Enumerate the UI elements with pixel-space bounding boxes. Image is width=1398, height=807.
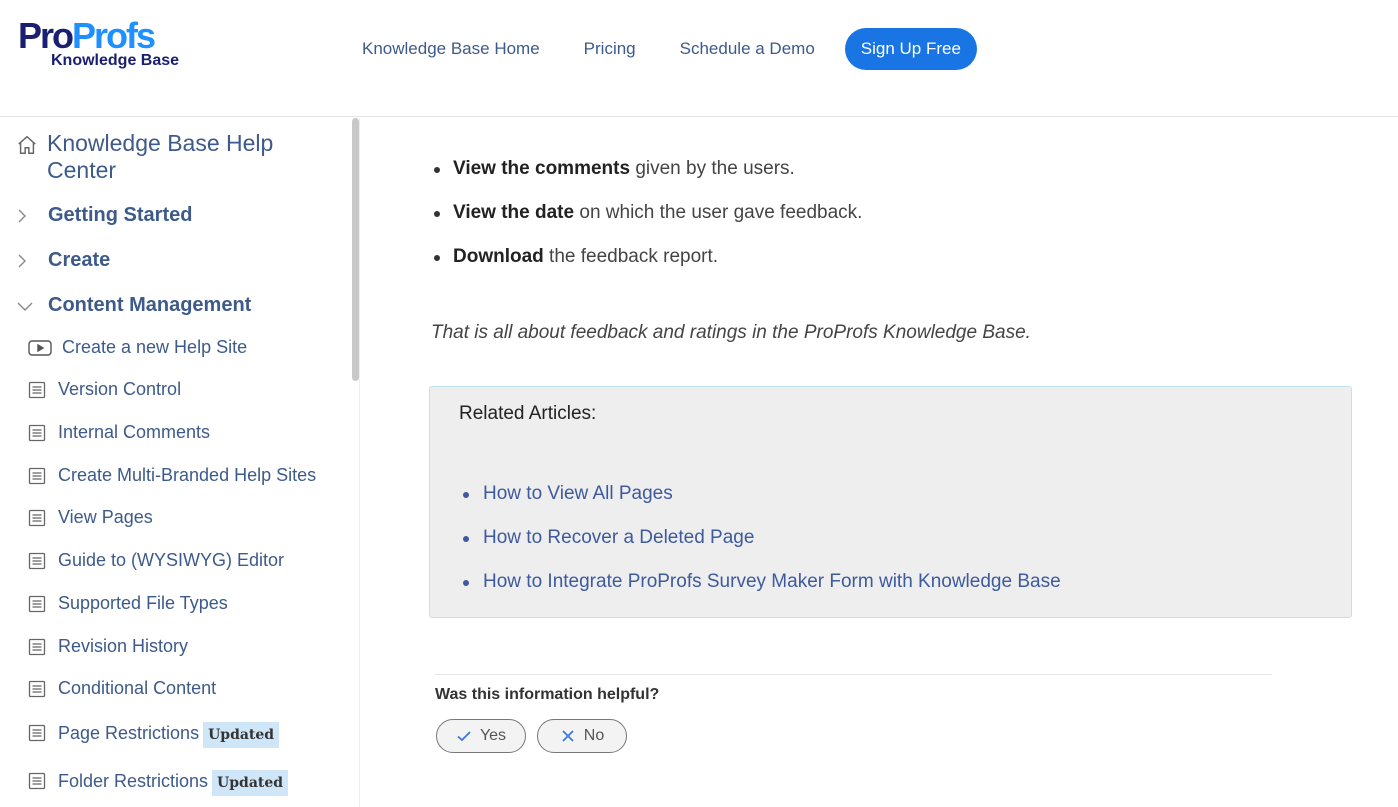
sidebar-item-label: Folder Restrictions — [58, 770, 209, 791]
sign-up-button[interactable]: Sign Up Free — [844, 28, 977, 70]
feedback-no-label: No — [583, 727, 605, 744]
chevron-right-icon — [18, 209, 26, 222]
sidebar-item-wysiwyg-editor[interactable]: Guide to (WYSIWYG) Editor — [28, 550, 284, 571]
sidebar-item-label: Guide to (WYSIWYG) Editor — [58, 550, 285, 570]
sidebar-item-internal-comments[interactable]: Internal Comments — [28, 422, 210, 443]
logo-text-profs: Profs — [72, 15, 156, 56]
sidebar-home[interactable]: Knowledge Base Help Center — [16, 130, 307, 184]
document-icon — [28, 381, 46, 398]
nav-schedule-demo[interactable]: Schedule a Demo — [680, 39, 815, 59]
document-icon — [28, 680, 46, 697]
list-item: View the date on which the user gave fee… — [431, 200, 862, 244]
related-articles-box: Related Articles: How to View All Pages … — [429, 386, 1352, 618]
document-icon — [28, 467, 46, 484]
document-icon — [28, 595, 46, 612]
home-icon — [18, 135, 36, 154]
sidebar-scrollbar[interactable] — [352, 118, 359, 381]
sidebar-item-conditional-content[interactable]: Conditional Content — [28, 678, 216, 699]
related-article-link[interactable]: How to View All Pages — [460, 481, 1061, 525]
close-icon — [562, 730, 574, 742]
sidebar: Knowledge Base Help Center Getting Start… — [0, 118, 360, 807]
related-articles-list: How to View All Pages How to Recover a D… — [460, 481, 1061, 613]
bullet-text: the feedback report. — [543, 246, 719, 267]
feedback-yes-button[interactable]: Yes — [436, 719, 526, 753]
chevron-down-icon — [17, 302, 33, 311]
feedback-no-button[interactable]: No — [537, 719, 627, 753]
article-summary: That is all about feedback and ratings i… — [431, 322, 1031, 343]
nav-pricing[interactable]: Pricing — [584, 39, 636, 59]
sidebar-item-revision-history[interactable]: Revision History — [28, 636, 188, 657]
chevron-right-icon — [18, 254, 26, 267]
related-articles-title: Related Articles: — [459, 403, 597, 424]
list-item: Download the feedback report. — [431, 244, 862, 288]
nav-knowledge-base-home[interactable]: Knowledge Base Home — [362, 39, 540, 59]
sidebar-item-folder-restrictions[interactable]: Folder Restrictions Updated — [28, 766, 289, 796]
sidebar-item-create-help-site[interactable]: Create a new Help Site — [28, 337, 247, 358]
bullet-bold: View the comments — [453, 158, 631, 179]
sidebar-item-version-control[interactable]: Version Control — [28, 379, 181, 400]
feedback-question: Was this information helpful? — [435, 686, 660, 703]
document-icon — [28, 552, 46, 569]
header: ProProfs Knowledge Base Knowledge Base H… — [0, 0, 1398, 117]
sidebar-item-label: Supported File Types — [58, 593, 228, 613]
check-icon — [457, 731, 471, 742]
updated-badge: Updated — [203, 722, 280, 748]
proprofs-logo[interactable]: ProProfs Knowledge Base — [18, 18, 188, 78]
document-icon — [28, 424, 46, 441]
sidebar-item-label: Internal Comments — [58, 422, 211, 442]
divider — [435, 674, 1272, 675]
sidebar-item-label: Create Multi-Branded Help Sites — [58, 465, 317, 485]
bullet-bold: View the date — [453, 202, 575, 223]
document-icon — [28, 772, 46, 790]
sidebar-category-getting-started[interactable]: Getting Started — [14, 204, 192, 227]
logo-subtitle: Knowledge Base — [51, 52, 180, 69]
sidebar-item-label: Revision History — [58, 636, 189, 656]
feedback-yes-label: Yes — [479, 727, 507, 744]
sidebar-item-supported-file-types[interactable]: Supported File Types — [28, 593, 228, 614]
sidebar-item-label: View Pages — [58, 507, 153, 527]
related-article-link[interactable]: How to Recover a Deleted Page — [460, 525, 1061, 569]
sidebar-home-label: Knowledge Base Help Center — [47, 130, 274, 183]
sidebar-item-label: Page Restrictions — [58, 722, 200, 743]
bullet-bold: Download — [453, 246, 544, 267]
sidebar-item-label: Create a new Help Site — [62, 337, 248, 357]
document-icon — [28, 509, 46, 526]
list-item: View the comments given by the users. — [431, 156, 862, 200]
bullet-text: on which the user gave feedback. — [574, 202, 863, 223]
sidebar-item-view-pages[interactable]: View Pages — [28, 507, 153, 528]
document-icon — [28, 638, 46, 655]
top-nav: Knowledge Base Home Pricing Schedule a D… — [340, 28, 977, 70]
sidebar-category-label: Create — [48, 249, 111, 271]
sidebar-item-page-restrictions[interactable]: Page Restrictions Updated — [28, 718, 280, 748]
sidebar-category-label: Getting Started — [48, 204, 193, 226]
video-icon — [28, 339, 52, 356]
feature-bullet-list: View the comments given by the users. Vi… — [431, 156, 862, 288]
sidebar-category-label: Content Management — [48, 294, 252, 316]
updated-badge: Updated — [212, 770, 289, 796]
sidebar-item-multi-branded[interactable]: Create Multi-Branded Help Sites — [28, 465, 316, 486]
logo-text-pro: Pro — [18, 15, 74, 56]
sidebar-item-label: Conditional Content — [58, 678, 217, 698]
sidebar-category-content-management[interactable]: Content Management — [16, 294, 251, 317]
sidebar-item-label: Version Control — [58, 379, 182, 399]
related-article-link[interactable]: How to Integrate ProProfs Survey Maker F… — [460, 569, 1061, 613]
sidebar-category-create[interactable]: Create — [14, 249, 110, 272]
bullet-text: given by the users. — [630, 158, 795, 179]
document-icon — [28, 724, 46, 742]
